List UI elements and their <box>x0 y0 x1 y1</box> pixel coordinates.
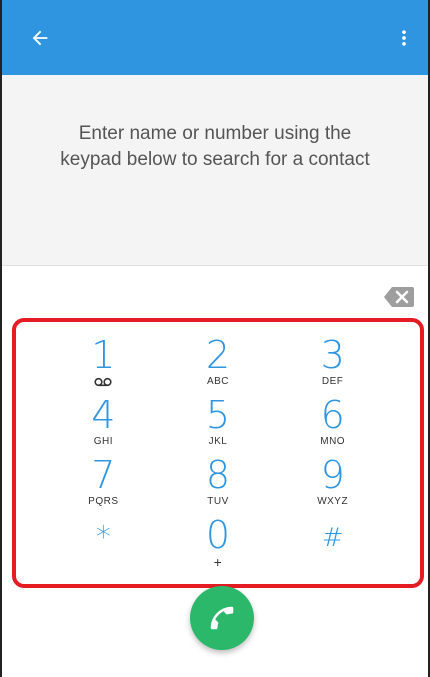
key-digit: 7 <box>91 453 116 497</box>
key-6[interactable]: 6 MNO <box>275 396 390 456</box>
key-4[interactable]: 4 GHI <box>46 396 161 456</box>
key-2[interactable]: 2 ABC <box>161 336 276 396</box>
key-digit: 8 <box>205 453 231 497</box>
more-vert-icon <box>402 30 406 46</box>
dialed-digits-field[interactable] <box>2 266 428 318</box>
key-7[interactable]: 7 PQRS <box>46 456 161 516</box>
key-letters: JKL <box>208 436 228 447</box>
dialpad: 1 2 ABC 3 DEF 4 GHI 5 JKL 6 MNO 7 PQRS 8… <box>16 322 420 584</box>
key-star[interactable]: * <box>46 516 161 576</box>
key-letters: + <box>213 554 223 570</box>
key-digit: 6 <box>320 393 345 437</box>
key-digit: * <box>95 520 111 555</box>
search-hint-area: Enter name or number using the keypad be… <box>2 75 428 265</box>
call-button[interactable] <box>190 586 254 650</box>
key-digit: 5 <box>205 393 231 437</box>
key-digit: 0 <box>205 513 231 557</box>
key-letters: DEF <box>321 376 344 387</box>
key-letters: WXYZ <box>317 496 349 507</box>
key-digit: 1 <box>91 333 116 377</box>
key-letters: PQRS <box>88 496 119 507</box>
key-digit: # <box>321 523 344 553</box>
key-digit: 3 <box>320 333 345 377</box>
voicemail-icon <box>94 376 112 388</box>
backspace-button[interactable] <box>384 286 414 308</box>
key-0[interactable]: 0 + <box>161 516 276 576</box>
dialpad-highlight: 1 2 ABC 3 DEF 4 GHI 5 JKL 6 MNO 7 PQRS 8… <box>12 318 424 588</box>
back-button[interactable] <box>26 24 54 52</box>
phone-icon <box>210 606 234 630</box>
key-1[interactable]: 1 <box>46 336 161 396</box>
arrow-back-icon <box>32 30 48 46</box>
app-bar <box>2 0 428 75</box>
key-letters: TUV <box>207 496 229 507</box>
search-hint: Enter name or number using the keypad be… <box>60 123 370 170</box>
more-options-button[interactable] <box>392 26 416 50</box>
key-digit: 2 <box>205 333 231 377</box>
dialer-screen: Enter name or number using the keypad be… <box>0 0 430 677</box>
key-digit: 9 <box>320 453 345 497</box>
key-letters: GHI <box>93 436 113 447</box>
key-9[interactable]: 9 WXYZ <box>275 456 390 516</box>
key-8[interactable]: 8 TUV <box>161 456 276 516</box>
key-3[interactable]: 3 DEF <box>275 336 390 396</box>
key-5[interactable]: 5 JKL <box>161 396 276 456</box>
key-letters: ABC <box>206 376 230 387</box>
key-digit: 4 <box>91 393 116 437</box>
backspace-icon <box>384 287 414 307</box>
key-letters: MNO <box>320 436 346 447</box>
key-hash[interactable]: # <box>275 516 390 576</box>
